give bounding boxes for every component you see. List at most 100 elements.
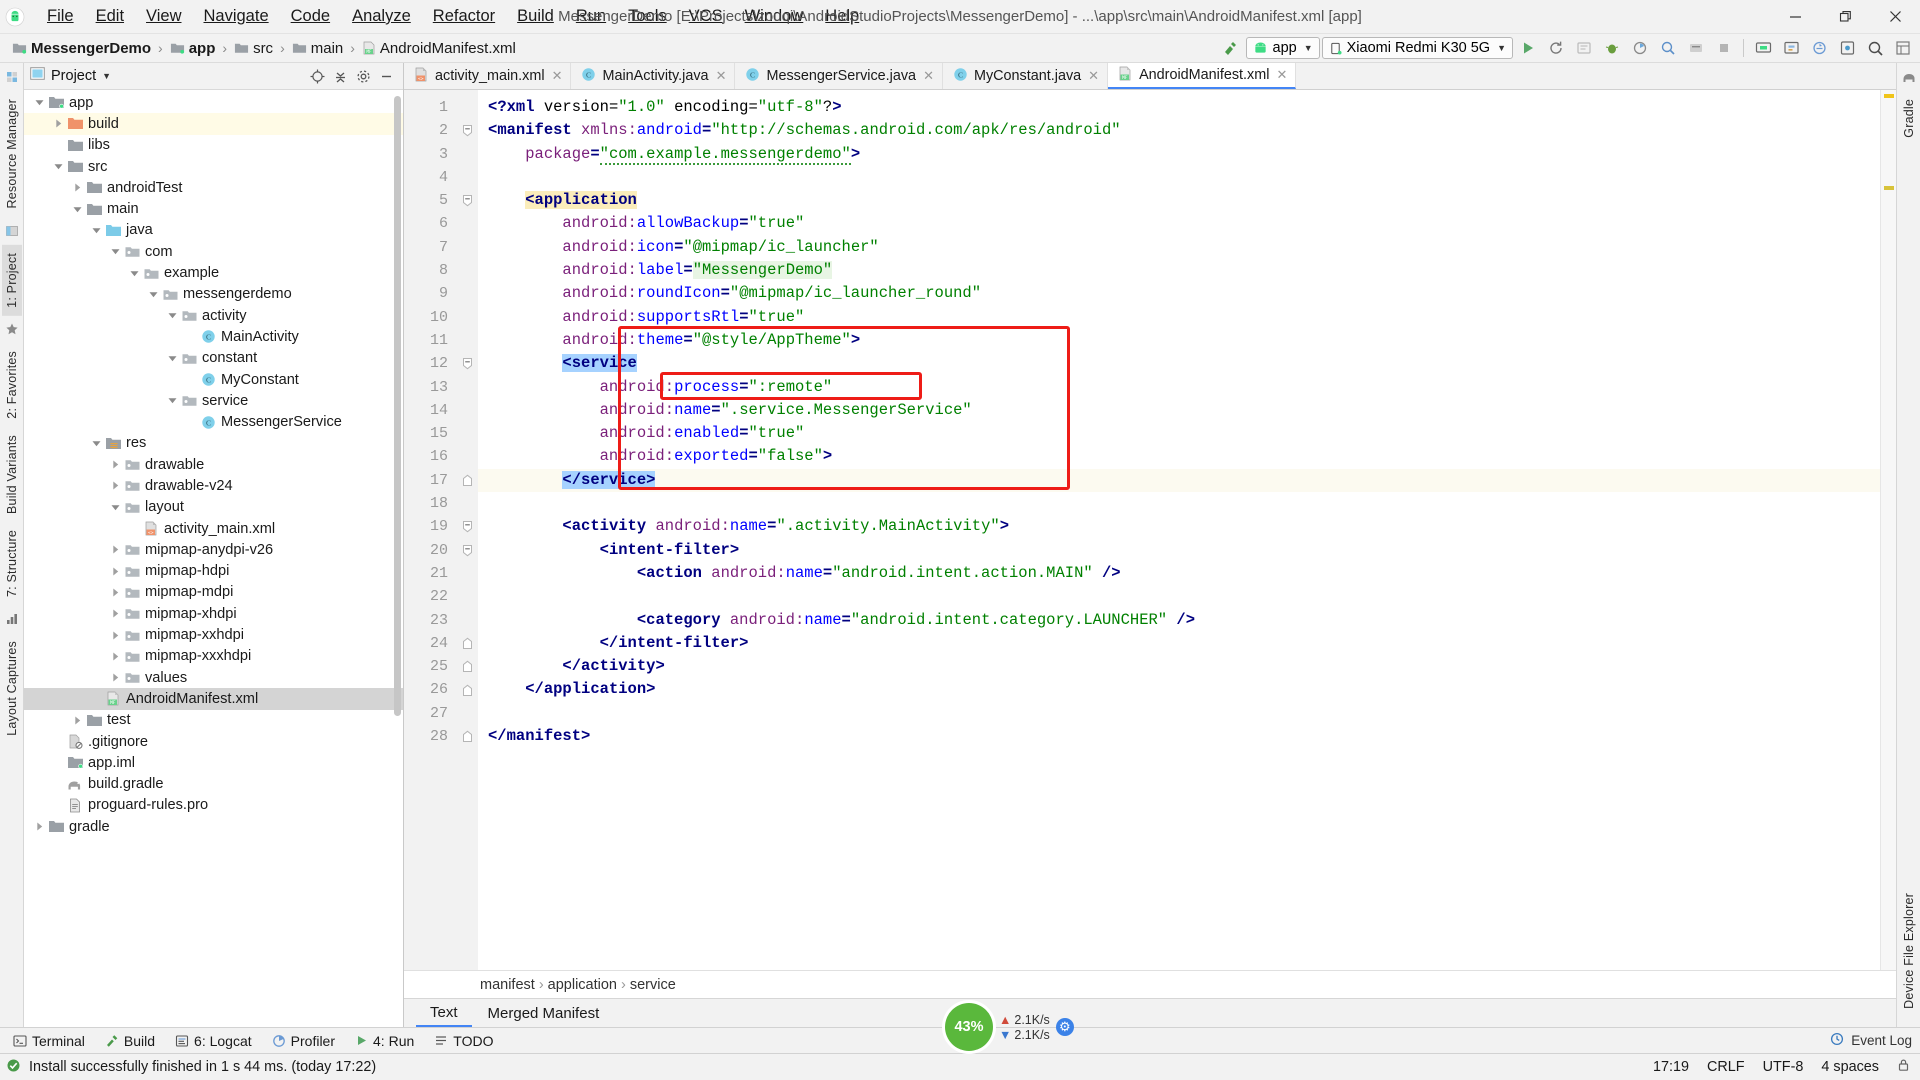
chevron-down-icon[interactable] [165,310,180,321]
fold-marker[interactable] [456,119,478,142]
chevron-down-icon[interactable] [127,268,142,279]
tree-node-res[interactable]: res [24,433,403,454]
chevron-down-icon[interactable] [89,225,104,236]
menu-vcs[interactable]: VCS [678,4,734,29]
close-tab-icon[interactable]: ✕ [716,68,727,84]
fold-marker[interactable] [456,539,478,562]
menu-analyze[interactable]: Analyze [341,4,422,29]
menu-help[interactable]: Help [814,4,870,29]
chevron-down-icon[interactable] [32,97,47,108]
tree-node-myconstant[interactable]: C MyConstant [24,369,403,390]
chevron-down-icon[interactable] [51,161,66,172]
chevron-right-icon[interactable] [32,821,47,832]
editor-tab-myconstant-java[interactable]: C MyConstant.java ✕ [943,63,1109,89]
chevron-right-icon[interactable] [51,118,66,129]
code-line[interactable]: android:roundIcon="@mipmap/ic_launcher_r… [478,282,1880,305]
close-tab-icon[interactable]: ✕ [1088,68,1099,84]
code-line[interactable]: </application> [478,678,1880,701]
close-tab-icon[interactable]: ✕ [552,68,563,84]
chevron-right-icon[interactable] [108,544,123,555]
chevron-down-icon[interactable] [108,246,123,257]
sidebar-item-gradle[interactable]: Gradle [1899,91,1919,146]
status-indent[interactable]: 4 spaces [1821,1059,1879,1075]
tree-node-mainactivity[interactable]: C MainActivity [24,326,403,347]
gradle-sync-icon[interactable] [1806,36,1832,60]
chevron-down-icon[interactable] [165,395,180,406]
chevron-right-icon[interactable] [108,459,123,470]
chevron-right-icon[interactable] [108,587,123,598]
tab-merged-manifest[interactable]: Merged Manifest [474,999,614,1027]
tree-node-gitignore[interactable]: .gitignore [24,731,403,752]
chevron-down-icon[interactable] [89,438,104,449]
code-line[interactable]: <intent-filter> [478,539,1880,562]
tree-node-androidtest[interactable]: androidTest [24,177,403,198]
tree-node-src[interactable]: src [24,156,403,177]
gradle-elephant-icon[interactable] [1902,63,1916,91]
code-line[interactable]: <category android:name="android.intent.c… [478,609,1880,632]
fold-marker[interactable] [456,352,478,375]
editor-tab-activity-main-xml[interactable]: <> activity_main.xml ✕ [404,63,572,89]
code-editor[interactable]: 1 2 3 4 5 6 7 8 9 10 11 12 13 14 15 16 17 18 19 20 21 22 23 24 2… [404,90,1896,970]
code-line[interactable]: package="com.example.messengerdemo"> [478,143,1880,166]
code-line[interactable]: android:process=":remote" [478,376,1880,399]
breadcrumb-app[interactable]: app [166,39,220,58]
menu-code[interactable]: Code [280,4,341,29]
tree-node-mipmap-anydpi-v26[interactable]: mipmap-anydpi-v26 [24,539,403,560]
make-project-icon[interactable] [1218,36,1244,60]
menu-file[interactable]: File [36,4,85,29]
maximize-button[interactable] [1820,0,1870,34]
menu-view[interactable]: View [135,4,192,29]
tree-node-androidmanifest-xml[interactable]: MF AndroidManifest.xml [24,688,403,710]
tool-tab-todo[interactable]: TODO [425,1031,502,1051]
editor-tab-androidmanifest-xml[interactable]: MF AndroidManifest.xml ✕ [1108,63,1297,89]
tree-node-mipmap-xxxhdpi[interactable]: mipmap-xxxhdpi [24,646,403,667]
tree-node-app-iml[interactable]: app.iml [24,752,403,773]
avd-manager-icon[interactable] [1750,36,1776,60]
device-selector[interactable]: Xiaomi Redmi K30 5G ▼ [1321,37,1513,59]
editor-tab-mainactivity-java[interactable]: C MainActivity.java ✕ [571,63,736,89]
sidebar-item-favorites[interactable]: 2: Favorites [2,343,22,427]
tree-node-mipmap-xhdpi[interactable]: mipmap-xhdpi [24,603,403,624]
tree-node-com[interactable]: com [24,241,403,262]
close-tab-icon[interactable]: ✕ [1276,67,1287,83]
favorites-icon[interactable] [5,315,19,343]
sidebar-item-layout-captures[interactable]: Layout Captures [2,633,22,744]
tree-node-activity[interactable]: activity [24,305,403,326]
tree-node-gradle[interactable]: gradle [24,816,403,837]
tab-text[interactable]: Text [416,999,472,1027]
fold-marker[interactable] [456,678,478,701]
code-line[interactable]: </service> [478,468,1880,493]
menu-refactor[interactable]: Refactor [422,4,506,29]
tool-tab-terminal[interactable]: Terminal [4,1031,94,1051]
menu-window[interactable]: Window [734,4,815,29]
collapse-all-button[interactable] [330,66,351,87]
tree-node-app[interactable]: app [24,92,403,113]
tool-tab-run[interactable]: 4: Run [346,1031,423,1051]
layout-inspector-icon[interactable] [1890,36,1916,60]
tree-node-values[interactable]: values [24,667,403,688]
sidebar-item-project[interactable]: 1: Project [1,244,22,316]
chevron-right-icon[interactable] [108,608,123,619]
code-line[interactable] [478,702,1880,725]
code-content[interactable]: <?xml version="1.0" encoding="utf-8"?> <m… [478,90,1880,970]
fold-marker[interactable] [456,725,478,748]
sidebar-item-structure[interactable]: 7: Structure [2,522,22,605]
chevron-right-icon[interactable] [108,672,123,683]
chevron-down-icon[interactable] [146,289,161,300]
chevron-right-icon[interactable] [108,566,123,577]
panel-settings-button[interactable] [353,66,374,87]
code-line[interactable]: </activity> [478,655,1880,678]
tree-node-main[interactable]: main [24,198,403,219]
profile-button[interactable] [1627,36,1653,60]
status-encoding[interactable]: UTF-8 [1763,1059,1804,1075]
code-line[interactable]: <application [478,189,1880,212]
editor-tab-messengerservice-java[interactable]: C MessengerService.java ✕ [735,63,943,89]
project-panel-icon[interactable] [5,217,19,245]
breadcrumb-manifest[interactable]: MF AndroidManifest.xml [358,39,520,58]
sdk-tools-icon[interactable] [1778,36,1804,60]
code-line[interactable]: android:allowBackup="true" [478,212,1880,235]
scroll-from-source-button[interactable] [307,66,328,87]
tree-node-libs[interactable]: libs [24,135,403,156]
breadcrumb-project[interactable]: MessengerDemo [8,39,155,58]
code-line[interactable]: android:icon="@mipmap/ic_launcher" [478,236,1880,259]
